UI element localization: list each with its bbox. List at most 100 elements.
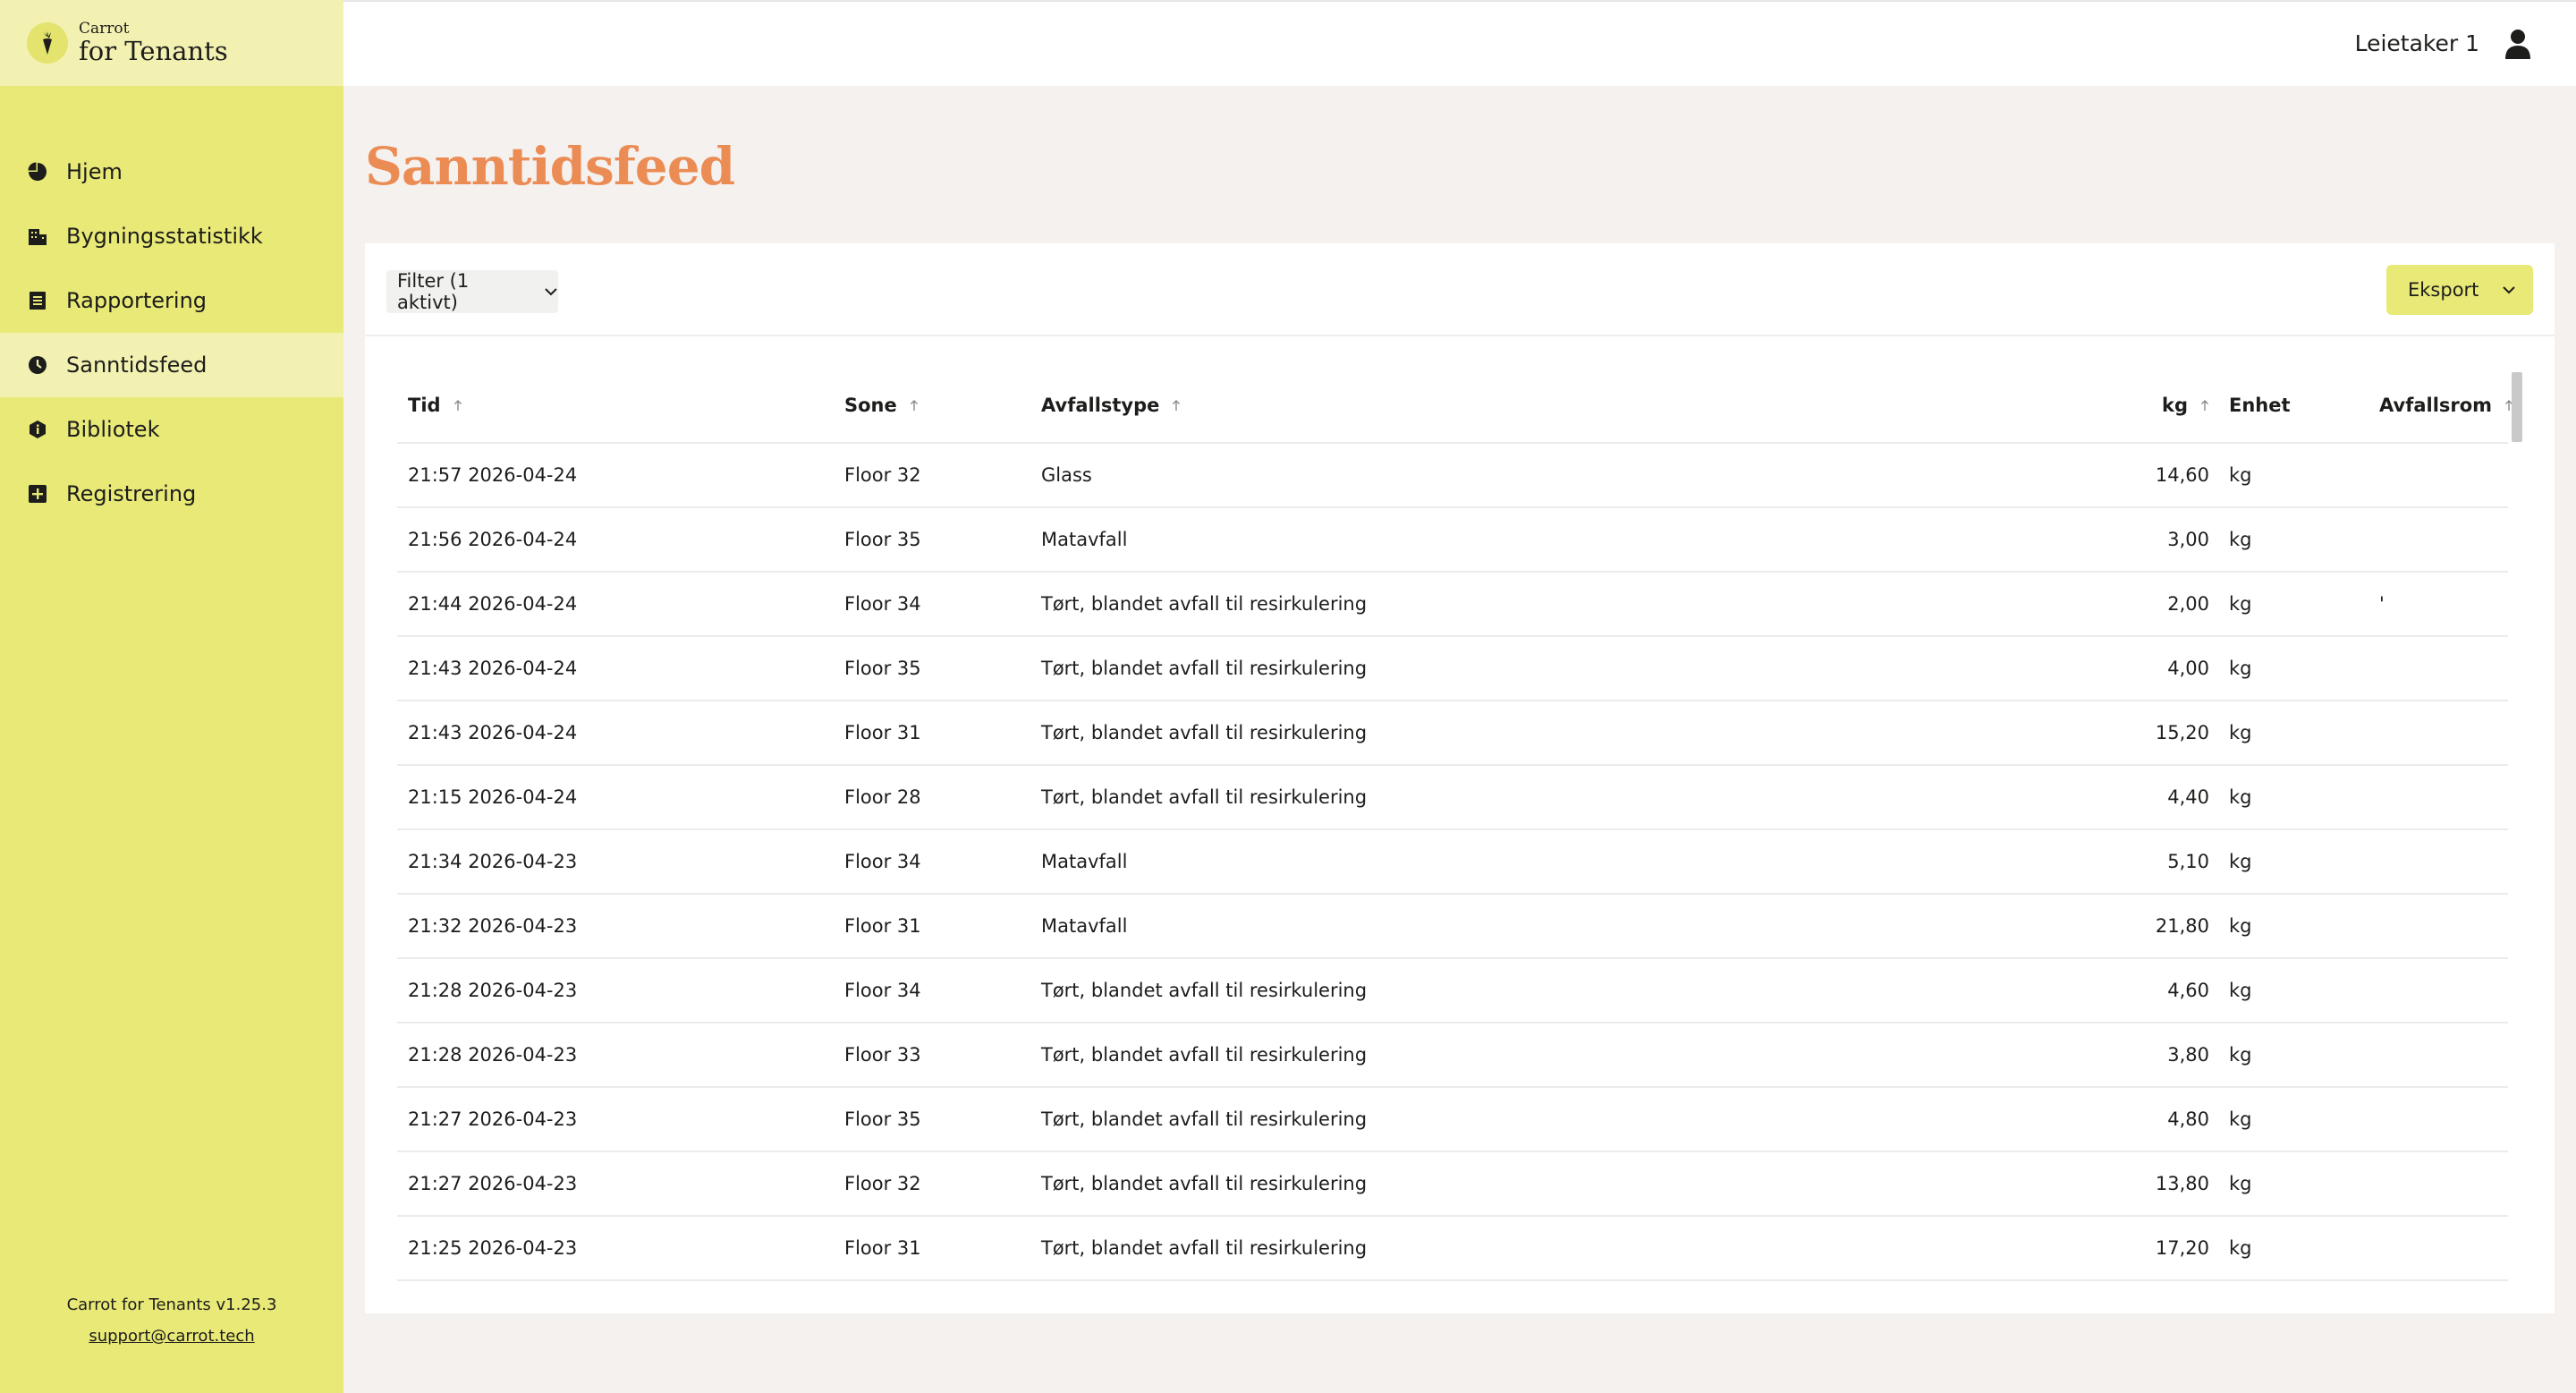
cell-tid: 21:27 2026-04-23 — [408, 1108, 578, 1130]
feed-table: Tid Sone Avfallstype kg Enhet Avfallsrom… — [365, 336, 2555, 1313]
export-button-label: Eksport — [2408, 279, 2479, 301]
export-button[interactable]: Eksport — [2386, 265, 2533, 315]
column-header-avfallstype[interactable]: Avfallstype — [1041, 369, 1181, 442]
sidebar-footer: Carrot for Tenants v1.25.3 support@carro… — [0, 1295, 343, 1346]
cell-tid: 21:34 2026-04-23 — [408, 851, 578, 872]
cell-kg: 21,80 — [2155, 915, 2209, 937]
table-row[interactable]: 21:43 2026-04-24 Floor 35 Tørt, blandet av… — [397, 637, 2508, 701]
logo[interactable]: Carrot for Tenants — [0, 0, 343, 86]
table-row[interactable]: 21:28 2026-04-23 Floor 34 Tørt, blandet av… — [397, 959, 2508, 1024]
table-row[interactable]: 21:27 2026-04-23 Floor 32 Tørt, blandet av… — [397, 1152, 2508, 1217]
info-icon — [30, 420, 46, 438]
cell-kg: 4,60 — [2167, 980, 2209, 1001]
cell-sone: Floor 35 — [844, 658, 921, 679]
column-header-tid[interactable]: Tid — [408, 369, 462, 442]
table-header: Tid Sone Avfallstype kg Enhet Avfallsrom — [397, 369, 2513, 444]
cell-avfallstype: Tørt, blandet avfall til resirkulering — [1041, 1044, 1368, 1066]
cell-tid: 21:43 2026-04-24 — [408, 658, 578, 679]
column-header-sone[interactable]: Sone — [844, 369, 919, 442]
cell-enhet: kg — [2229, 1173, 2252, 1194]
column-header-label: Tid — [408, 395, 441, 416]
column-header-enhet: Enhet — [2229, 369, 2291, 442]
table-row[interactable]: 21:34 2026-04-23 Floor 34 Matavfall 5,10 kg — [397, 830, 2508, 895]
sidebar-item-label: Bygningsstatistikk — [66, 224, 263, 249]
cell-sone: Floor 35 — [844, 529, 921, 550]
cell-avfallstype: Matavfall — [1041, 529, 1128, 550]
cell-enhet: kg — [2229, 1044, 2252, 1066]
card-toolbar: Filter (1 aktivt) Eksport — [365, 243, 2555, 336]
cell-sone: Floor 32 — [844, 1173, 921, 1194]
cell-kg: 4,00 — [2167, 658, 2209, 679]
cell-tid: 21:32 2026-04-23 — [408, 915, 578, 937]
carrot-icon — [27, 22, 68, 64]
cell-enhet: kg — [2229, 722, 2252, 743]
cell-sone: Floor 31 — [844, 1237, 921, 1259]
cell-sone: Floor 34 — [844, 980, 921, 1001]
cell-enhet: kg — [2229, 851, 2252, 872]
user-name[interactable]: Leietaker 1 — [2355, 30, 2479, 56]
table-row[interactable]: 21:57 2026-04-24 Floor 32 Glass 14,60 kg — [397, 444, 2508, 508]
user-icon[interactable] — [2504, 29, 2531, 59]
cell-kg: 15,20 — [2155, 722, 2209, 743]
cell-avfallstype: Glass — [1041, 464, 1092, 486]
column-header-label: kg — [2162, 395, 2188, 416]
sort-arrow-up-icon — [910, 400, 918, 411]
table-row[interactable]: 21:43 2026-04-24 Floor 31 Tørt, blandet av… — [397, 701, 2508, 766]
table-row[interactable]: 21:56 2026-04-24 Floor 35 Matavfall 3,00 kg — [397, 508, 2508, 573]
sidebar-item-hjem[interactable]: Hjem — [0, 140, 343, 204]
report-icon — [30, 292, 46, 310]
clock-icon — [29, 356, 47, 374]
sidebar-item-bygningsstatistikk[interactable]: Bygningsstatistikk — [0, 204, 343, 268]
sidebar-item-label: Bibliotek — [66, 417, 160, 442]
cell-kg: 4,80 — [2167, 1108, 2209, 1130]
column-header-label: Sone — [844, 395, 897, 416]
table-scrollbar[interactable] — [2512, 372, 2522, 442]
logo-small-text: Carrot — [79, 20, 130, 38]
cell-tid: 21:15 2026-04-24 — [408, 786, 578, 808]
filter-button-label: Filter (1 aktivt) — [397, 270, 470, 313]
cell-sone: Floor 31 — [844, 722, 921, 743]
cell-tid: 21:43 2026-04-24 — [408, 722, 578, 743]
cell-kg: 2,00 — [2167, 593, 2209, 615]
table-row[interactable]: 21:15 2026-04-24 Floor 28 Tørt, blandet av… — [397, 766, 2508, 830]
cell-tid: 21:27 2026-04-23 — [408, 1173, 578, 1194]
cell-kg: 17,20 — [2155, 1237, 2209, 1259]
table-row[interactable]: 21:32 2026-04-23 Floor 31 Matavfall 21,80 kg — [397, 895, 2508, 959]
column-header-kg[interactable]: kg — [2079, 369, 2209, 442]
cell-avfallstype: Tørt, blandet avfall til resirkulering — [1041, 980, 1368, 1001]
app: Carrot for Tenants Hjem Bygningsstatisti… — [0, 0, 2576, 1393]
cell-kg: 3,80 — [2167, 1044, 2209, 1066]
sidebar-item-sanntidsfeed[interactable]: Sanntidsfeed — [0, 333, 343, 397]
column-header-avfallsrom[interactable]: Avfallsrom — [2379, 369, 2513, 442]
cell-kg: 13,80 — [2155, 1173, 2209, 1194]
sort-arrow-up-icon — [2201, 400, 2208, 411]
sidebar-item-registrering[interactable]: Registrering — [0, 462, 343, 526]
cell-enhet: kg — [2229, 529, 2252, 550]
table-row[interactable]: 21:44 2026-04-24 Floor 34 Tørt, blandet av… — [397, 573, 2508, 637]
sidebar-item-bibliotek[interactable]: Bibliotek — [0, 397, 343, 462]
cell-sone: Floor 34 — [844, 593, 921, 615]
cell-sone: Floor 34 — [844, 851, 921, 872]
cell-avfallstype: Tørt, blandet avfall til resirkulering — [1041, 1237, 1368, 1259]
cell-tid: 21:28 2026-04-23 — [408, 1044, 578, 1066]
filter-button[interactable]: Filter (1 aktivt) — [386, 270, 558, 313]
table-row[interactable]: 21:25 2026-04-23 Floor 31 Tørt, blandet av… — [397, 1217, 2508, 1281]
cell-enhet: kg — [2229, 593, 2252, 615]
table-row[interactable]: 21:28 2026-04-23 Floor 33 Tørt, blandet av… — [397, 1024, 2508, 1088]
table-row[interactable]: 21:27 2026-04-23 Floor 35 Tørt, blandet av… — [397, 1088, 2508, 1152]
cell-avfallstype: Tørt, blandet avfall til resirkulering — [1041, 1108, 1368, 1130]
sidebar-item-label: Registrering — [66, 481, 197, 506]
support-link[interactable]: support@carrot.tech — [0, 1327, 343, 1346]
sidebar-item-rapportering[interactable]: Rapportering — [0, 268, 343, 333]
sort-arrow-up-icon — [453, 400, 462, 411]
cell-sone: Floor 31 — [844, 915, 921, 937]
chevron-down-icon — [545, 288, 557, 296]
cell-enhet: kg — [2229, 1237, 2252, 1259]
plus-square-icon — [29, 485, 47, 503]
cell-avfallstype: Matavfall — [1041, 915, 1128, 937]
cell-kg: 5,10 — [2167, 851, 2209, 872]
cell-enhet: kg — [2229, 786, 2252, 808]
cell-tid: 21:44 2026-04-24 — [408, 593, 578, 615]
sidebar-nav: Hjem Bygningsstatistikk Rapportering San… — [0, 140, 343, 526]
cell-sone: Floor 33 — [844, 1044, 921, 1066]
